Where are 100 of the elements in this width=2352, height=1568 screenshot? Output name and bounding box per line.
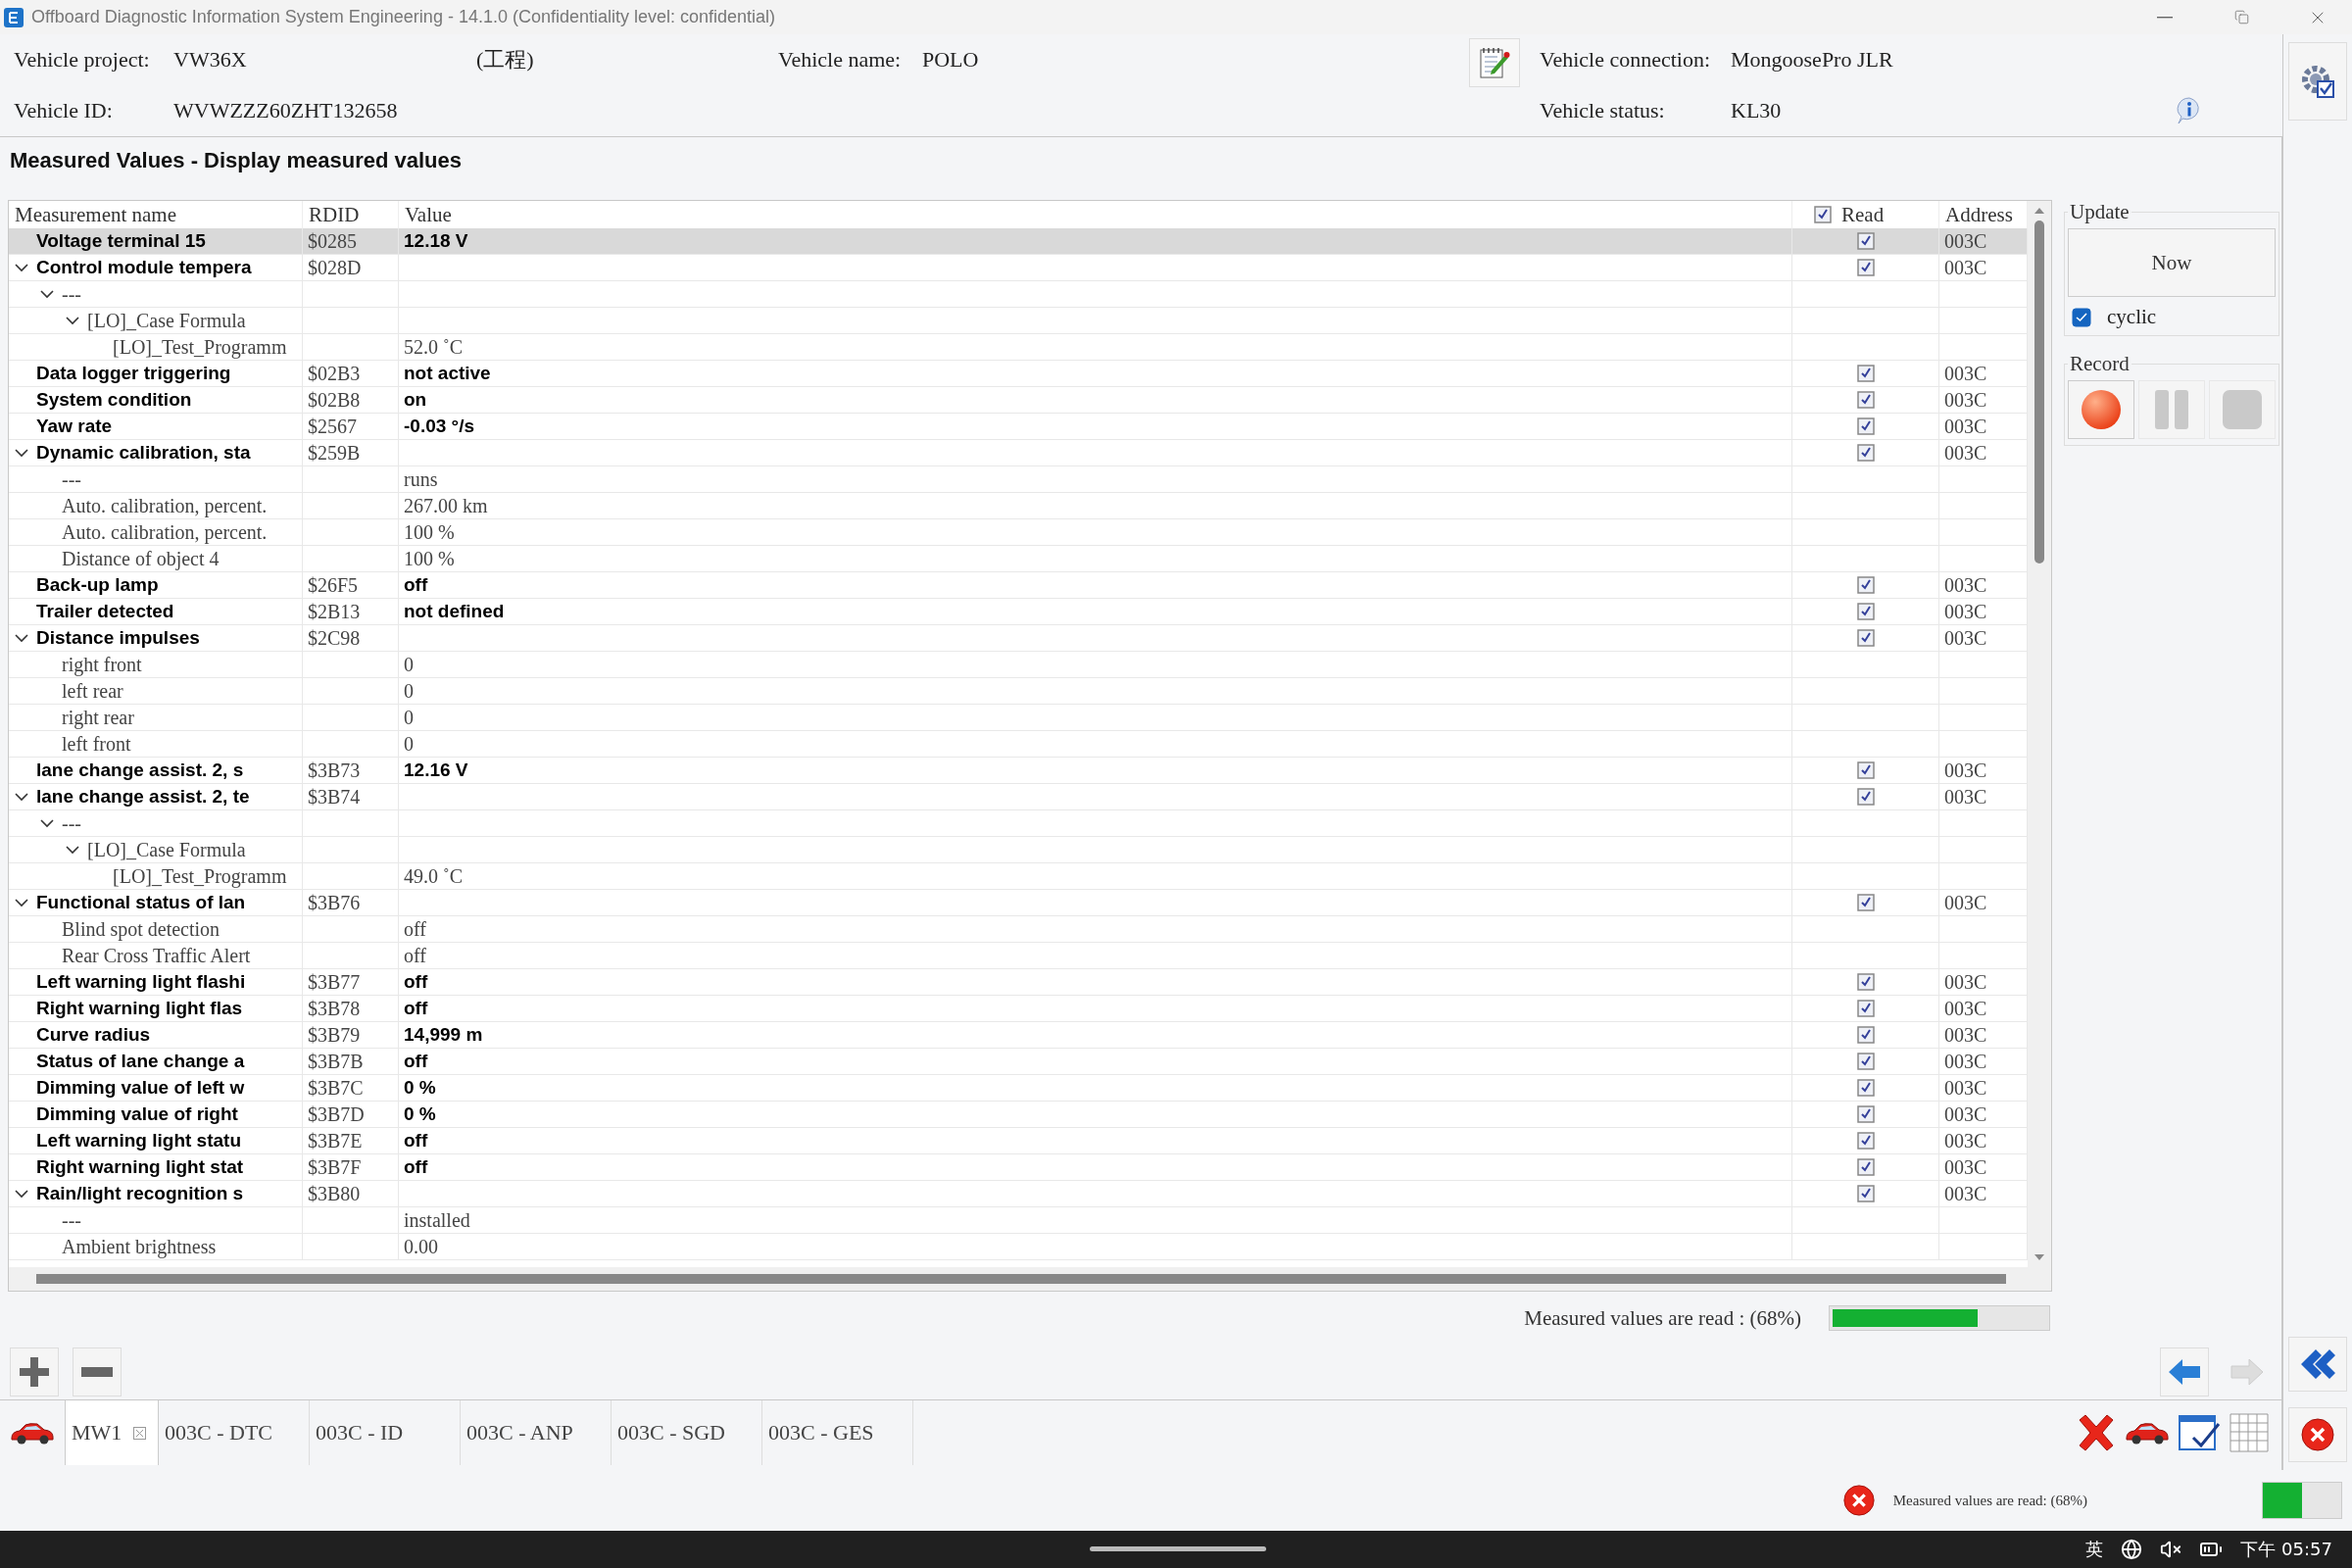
- close-icon[interactable]: [133, 1426, 147, 1440]
- checkbox[interactable]: [1856, 1105, 1875, 1123]
- table-row[interactable]: --- runs: [9, 466, 2028, 493]
- table-row[interactable]: Auto. calibration, percent. 100 %: [9, 519, 2028, 546]
- collapse-button[interactable]: [2288, 1337, 2347, 1392]
- add-button[interactable]: [10, 1348, 59, 1396]
- checkbox[interactable]: [1856, 232, 1875, 250]
- table-row[interactable]: Trailer detected $2B13 not defined 003C: [9, 599, 2028, 625]
- table-row[interactable]: left rear 0: [9, 678, 2028, 705]
- horizontal-scrollbar[interactable]: [9, 1267, 2051, 1291]
- scroll-down-icon[interactable]: [2034, 1253, 2045, 1261]
- table-row[interactable]: --- installed: [9, 1207, 2028, 1234]
- chevron-icon[interactable]: [66, 316, 79, 325]
- chevron-icon[interactable]: [66, 845, 79, 855]
- checkbox[interactable]: [1856, 788, 1875, 806]
- checkbox[interactable]: [1856, 576, 1875, 594]
- table-row[interactable]: [LO]_Case Formula: [9, 308, 2028, 334]
- table-row[interactable]: lane change assist. 2, te $3B74 003C: [9, 784, 2028, 810]
- table-row[interactable]: right front 0: [9, 652, 2028, 678]
- scroll-up-icon[interactable]: [2034, 207, 2045, 215]
- scrollbar-thumb[interactable]: [36, 1274, 2006, 1284]
- checkbox[interactable]: [1856, 629, 1875, 647]
- table-row[interactable]: Distance impulses $2C98 003C: [9, 625, 2028, 652]
- checkbox[interactable]: [2072, 307, 2091, 327]
- table-row[interactable]: Ambient brightness 0.00: [9, 1234, 2028, 1260]
- chevron-icon[interactable]: [15, 792, 28, 802]
- table-row[interactable]: Data logger triggering $02B3 not active 003C: [9, 361, 2028, 387]
- chevron-icon[interactable]: [15, 263, 28, 272]
- tab[interactable]: 003C - ANP: [461, 1400, 612, 1465]
- checkbox[interactable]: [1856, 1026, 1875, 1044]
- chevron-icon[interactable]: [40, 818, 54, 828]
- checkbox[interactable]: [1856, 1053, 1875, 1070]
- table-row[interactable]: ---: [9, 281, 2028, 308]
- tab[interactable]: MW1: [65, 1400, 159, 1465]
- checkbox[interactable]: [1856, 391, 1875, 409]
- table-row[interactable]: Dimming value of right $3B7D 0 % 003C: [9, 1102, 2028, 1128]
- checkbox[interactable]: [1856, 603, 1875, 620]
- table-row[interactable]: Status of lane change a $3B7B off 003C: [9, 1049, 2028, 1075]
- checkbox[interactable]: [1856, 417, 1875, 435]
- table-row[interactable]: Left warning light statu $3B7E off 003C: [9, 1128, 2028, 1154]
- table-row[interactable]: left front 0: [9, 731, 2028, 758]
- table-row[interactable]: [LO]_Case Formula: [9, 837, 2028, 863]
- checkbox[interactable]: [1856, 365, 1875, 382]
- chevron-icon[interactable]: [15, 1189, 28, 1199]
- vertical-scrollbar[interactable]: [2028, 201, 2051, 1267]
- table-row[interactable]: Curve radius $3B79 14,999 m 003C: [9, 1022, 2028, 1049]
- clock[interactable]: 下午 05:57: [2240, 1538, 2332, 1561]
- globe-icon[interactable]: [2121, 1539, 2143, 1560]
- settings-button[interactable]: [2288, 42, 2347, 121]
- table-row[interactable]: Functional status of lan $3B76 003C: [9, 890, 2028, 916]
- tab[interactable]: 003C - DTC: [159, 1400, 310, 1465]
- taskbar-handle[interactable]: [1090, 1546, 1266, 1551]
- checkbox[interactable]: [1856, 973, 1875, 991]
- scrollbar-thumb[interactable]: [2034, 220, 2044, 564]
- checkbox[interactable]: [1856, 761, 1875, 779]
- table-row[interactable]: System condition $02B8 on 003C: [9, 387, 2028, 414]
- table-row[interactable]: Rain/light recognition s $3B80 003C: [9, 1181, 2028, 1207]
- table-row[interactable]: Right warning light flas $3B78 off 003C: [9, 996, 2028, 1022]
- checkbox[interactable]: [1856, 1079, 1875, 1097]
- table-row[interactable]: lane change assist. 2, s $3B73 12.16 V 003C: [9, 758, 2028, 784]
- checkbox[interactable]: [1856, 444, 1875, 462]
- remove-button[interactable]: [73, 1348, 122, 1396]
- exit-button[interactable]: [2288, 1407, 2347, 1462]
- chevron-icon[interactable]: [15, 633, 28, 643]
- checkbox[interactable]: [1856, 1158, 1875, 1176]
- tab[interactable]: 003C - ID: [310, 1400, 461, 1465]
- checkbox[interactable]: [1856, 1000, 1875, 1017]
- checkbox[interactable]: [1856, 894, 1875, 911]
- tab[interactable]: 003C - GES: [762, 1400, 913, 1465]
- record-button[interactable]: [2068, 380, 2134, 439]
- edit-button[interactable]: [1469, 38, 1520, 87]
- chevron-icon[interactable]: [40, 289, 54, 299]
- checkbox[interactable]: [1856, 1185, 1875, 1202]
- chevron-icon[interactable]: [15, 898, 28, 907]
- now-button[interactable]: Now: [2068, 228, 2276, 297]
- table-row[interactable]: Dynamic calibration, sta $259B 003C: [9, 440, 2028, 466]
- table-row[interactable]: Rear Cross Traffic Alert off: [9, 943, 2028, 969]
- table-row[interactable]: Yaw rate $2567 -0.03 °/s 003C: [9, 414, 2028, 440]
- table-row[interactable]: right rear 0: [9, 705, 2028, 731]
- checkbox[interactable]: [1856, 1132, 1875, 1150]
- table-row[interactable]: ---: [9, 810, 2028, 837]
- table-row[interactable]: [LO]_Test_Programm 49.0 ˚C: [9, 863, 2028, 890]
- table-row[interactable]: Voltage terminal 15 $0285 12.18 V 003C: [9, 228, 2028, 255]
- back-button[interactable]: [2160, 1348, 2209, 1396]
- column-header[interactable]: Read: [1841, 202, 1885, 227]
- mute-icon[interactable]: [2160, 1539, 2182, 1560]
- table-row[interactable]: Back-up lamp $26F5 off 003C: [9, 572, 2028, 599]
- table-row[interactable]: Left warning light flashi $3B77 off 003C: [9, 969, 2028, 996]
- checkbox[interactable]: [1814, 206, 1832, 223]
- checkbox[interactable]: [1856, 259, 1875, 276]
- table-row[interactable]: Control module tempera $028D 003C: [9, 255, 2028, 281]
- table-row[interactable]: Blind spot detection off: [9, 916, 2028, 943]
- table-row[interactable]: [LO]_Test_Programm 52.0 ˚C: [9, 334, 2028, 361]
- tab[interactable]: 003C - SGD: [612, 1400, 762, 1465]
- table-row[interactable]: Dimming value of left w $3B7C 0 % 003C: [9, 1075, 2028, 1102]
- chevron-icon[interactable]: [15, 448, 28, 458]
- table-row[interactable]: Auto. calibration, percent. 267.00 km: [9, 493, 2028, 519]
- input-method[interactable]: 英: [2085, 1538, 2104, 1561]
- table-row[interactable]: Distance of object 4 100 %: [9, 546, 2028, 572]
- table-row[interactable]: Right warning light stat $3B7F off 003C: [9, 1154, 2028, 1181]
